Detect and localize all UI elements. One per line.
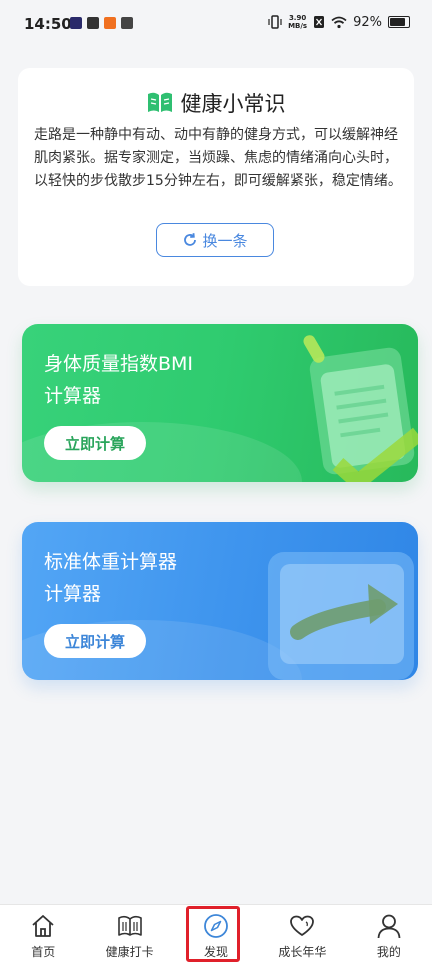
calculate-bmi-button[interactable]: 立即计算 xyxy=(44,426,146,460)
status-bar: 14:50 3.90 MB/s 92% xyxy=(0,0,432,52)
vibrate-icon xyxy=(268,15,282,29)
book-icon xyxy=(147,92,172,112)
user-icon xyxy=(377,914,401,939)
net-speed: 3.90 MB/s xyxy=(288,14,308,30)
scale-illustration xyxy=(268,552,414,680)
battery-icon xyxy=(388,16,410,28)
refresh-icon xyxy=(184,233,197,246)
book-icon xyxy=(117,915,142,936)
refresh-label: 换一条 xyxy=(202,231,248,250)
wifi-icon xyxy=(331,16,347,28)
bmi-calculator-card[interactable]: 身体质量指数BMI 计算器 立即计算 xyxy=(22,324,418,482)
notification-icons xyxy=(70,17,133,29)
refresh-tip-button[interactable]: 换一条 xyxy=(156,223,274,257)
calculate-weight-button[interactable]: 立即计算 xyxy=(44,624,146,658)
heart-icon xyxy=(290,915,315,936)
tip-body: 走路是一种静中有动、动中有静的健身方式，可以缓解神经肌肉紧张。据专家测定，当烦躁… xyxy=(34,127,402,189)
card-title: 身体质量指数BMI 计算器 xyxy=(44,353,194,407)
app-notification-icon xyxy=(70,17,82,29)
nav-label: 我的 xyxy=(376,945,401,959)
nosim-icon xyxy=(314,16,325,28)
app-notification-icon xyxy=(121,17,133,29)
card-title: 标准体重计算器 计算器 xyxy=(44,551,178,605)
battery-percent: 92% xyxy=(353,14,382,30)
nav-item-growth[interactable]: 成长年华 xyxy=(259,905,345,965)
tip-title: 健康小常识 xyxy=(180,92,286,116)
clipboard-illustration xyxy=(303,335,418,482)
selection-highlight xyxy=(186,906,240,962)
weight-calculator-card[interactable]: 标准体重计算器 计算器 立即计算 xyxy=(22,522,418,680)
health-tip-card: 健康小常识 走路是一种静中有动、动中有静的健身方式，可以缓解神经肌肉紧张。据专家… xyxy=(18,68,414,286)
nav-item-home[interactable]: 首页 xyxy=(0,905,86,965)
app-notification-icon xyxy=(104,17,116,29)
nav-label: 成长年华 xyxy=(278,945,327,959)
nav-item-mine[interactable]: 我的 xyxy=(346,905,432,965)
home-icon xyxy=(32,915,54,937)
nav-label: 健康打卡 xyxy=(105,945,154,959)
app-notification-icon xyxy=(87,17,99,29)
nav-item-checkin[interactable]: 健康打卡 xyxy=(86,905,172,965)
status-time: 14:50 xyxy=(24,15,72,33)
nav-label: 首页 xyxy=(31,945,56,959)
